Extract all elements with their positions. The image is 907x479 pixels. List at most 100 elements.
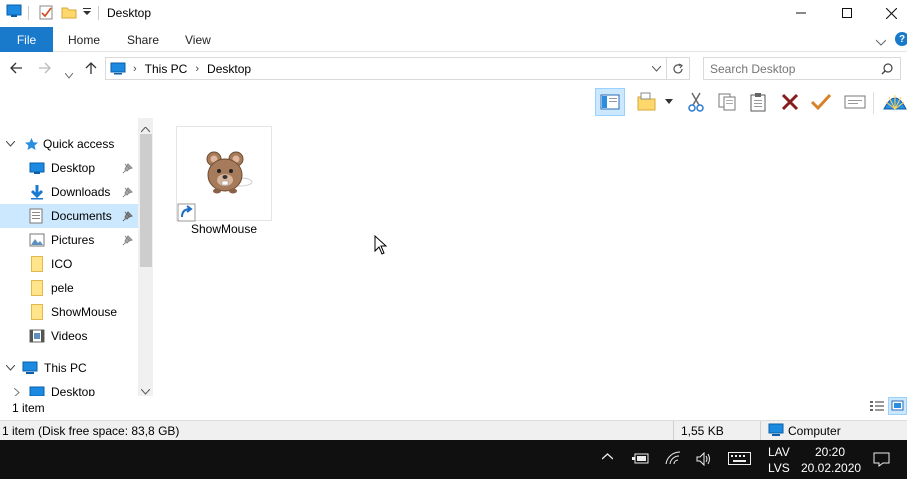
nav-item-pictures[interactable]: Pictures [0,228,138,252]
cut-button[interactable] [681,88,711,116]
show-hidden-icons-button[interactable] [602,453,613,460]
mouse-cursor-icon [374,234,388,258]
address-dropdown-icon[interactable] [652,66,661,72]
nav-item-label: Documents [51,209,112,223]
chevron-down-icon [64,72,74,79]
chevron-down-icon[interactable] [6,141,15,147]
nav-item-label: Desktop [51,161,96,175]
address-bar[interactable]: › This PC › Desktop [105,57,667,80]
properties-icon[interactable] [38,4,54,20]
ribbon-tabs: File Home Share View ? [0,27,907,52]
tab-file[interactable]: File [0,27,53,52]
nav-item-documents[interactable]: Documents [0,204,138,228]
arrow-right-icon [39,62,51,74]
nav-item-showmouse[interactable]: ShowMouse [0,300,138,324]
desktop-icon [29,161,45,175]
selection-size: 1,55 KB [681,424,724,438]
videos-icon [29,329,45,343]
breadcrumb-separator[interactable]: › [133,63,137,75]
back-button[interactable] [9,61,23,78]
toolbar-divider [873,92,874,114]
minimize-button[interactable] [778,0,824,26]
file-item-showmouse[interactable] [176,126,272,222]
search-input[interactable] [710,61,880,76]
nav-this-pc[interactable]: This PC [0,356,138,380]
clock-date[interactable]: 20.02.2020 [801,461,861,475]
scroll-down-icon[interactable] [140,384,151,396]
touch-keyboard-icon[interactable] [728,452,751,465]
pin-icon[interactable] [122,162,133,174]
arrow-up-icon [85,62,97,74]
nav-this-pc-desktop[interactable]: Desktop [0,380,138,396]
refresh-button[interactable] [667,57,690,80]
window-icon[interactable] [6,4,22,17]
mouse-shortcut-icon [177,151,253,222]
volume-icon[interactable] [696,452,712,466]
search-icon[interactable] [881,63,893,75]
new-folder-icon [637,92,656,111]
copy-button[interactable] [712,88,742,116]
delete-button[interactable] [775,88,805,116]
computer-icon [768,423,784,437]
properties-button[interactable] [840,88,870,116]
breadcrumb-this-pc[interactable]: This PC [145,62,188,76]
action-center-icon[interactable] [873,452,890,467]
expand-ribbon-icon[interactable] [875,35,887,49]
wifi-icon[interactable] [665,451,681,465]
nav-item-videos[interactable]: Videos [0,324,138,348]
file-list[interactable]: ShowMouse [154,118,907,396]
nav-item-desktop[interactable]: Desktop [0,156,138,180]
copy-icon [718,93,736,111]
pin-icon[interactable] [122,210,133,222]
pin-icon[interactable] [122,186,133,198]
large-icons-view-button[interactable] [888,397,907,415]
up-button[interactable] [84,61,98,78]
chevron-down-icon[interactable] [6,365,15,371]
breadcrumb-separator[interactable]: › [195,63,199,75]
nav-item-ico[interactable]: ICO [0,252,138,276]
details-view-icon [870,401,884,411]
clock-time[interactable]: 20:20 [815,445,845,459]
input-language[interactable]: LAV [768,445,790,459]
qat-dropdown-icon[interactable] [83,8,91,16]
new-folder-button[interactable] [632,88,662,116]
tab-share[interactable]: Share [127,33,159,47]
help-icon[interactable]: ? [895,32,907,46]
nav-quick-access[interactable]: Quick access [0,132,138,156]
recent-locations-button[interactable] [64,66,74,82]
file-name[interactable]: ShowMouse [176,222,272,236]
maximize-button[interactable] [824,0,870,26]
new-folder-icon[interactable] [61,4,77,20]
chevron-right-icon[interactable] [14,387,20,396]
nav-quick-access-label: Quick access [43,137,115,151]
pin-icon[interactable] [122,234,133,246]
tab-view[interactable]: View [185,33,211,47]
large-icons-view-icon [891,400,904,411]
search-box[interactable] [703,57,901,80]
close-button[interactable] [868,0,907,26]
input-layout[interactable]: LVS [768,461,790,475]
details-view-button[interactable] [869,399,885,413]
nav-scrollbar-thumb[interactable] [140,134,152,267]
scissors-icon [688,92,704,112]
paste-button[interactable] [743,88,773,116]
tab-home[interactable]: Home [68,33,100,47]
nav-item-pele[interactable]: pele [0,276,138,300]
nav-item-downloads[interactable]: Downloads [0,180,138,204]
qat-divider [28,6,29,20]
shell-button[interactable] [880,88,907,116]
preview-pane-button[interactable] [595,88,625,116]
window-title: Desktop [107,6,152,20]
pictures-icon [29,233,45,247]
breadcrumb-desktop[interactable]: Desktop [207,62,251,76]
forward-button[interactable] [38,61,52,78]
battery-icon[interactable] [632,453,650,464]
details-divider [760,421,761,440]
nav-item-label: ShowMouse [51,305,118,319]
arrow-left-icon [10,62,22,74]
properties-card-icon [844,95,866,109]
rename-button[interactable] [806,88,836,116]
this-pc-icon [110,62,126,75]
new-folder-dropdown[interactable] [660,88,678,116]
nav-item-label: Pictures [51,233,95,247]
